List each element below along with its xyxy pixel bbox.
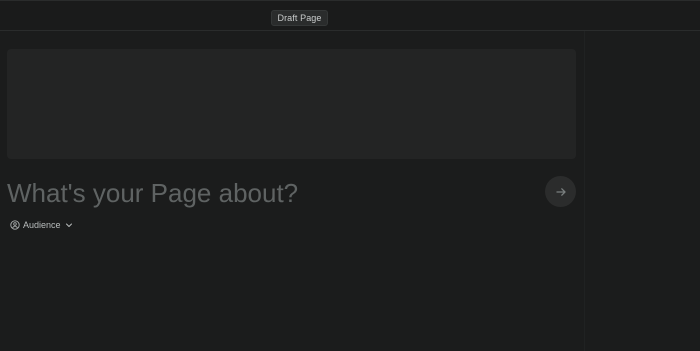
audience-dropdown[interactable]: Audience	[10, 218, 73, 232]
cover-image-placeholder[interactable]	[7, 49, 576, 159]
user-circle-icon	[10, 220, 20, 230]
page-title-input[interactable]	[7, 175, 527, 211]
audience-label: Audience	[23, 220, 61, 230]
right-panel-divider	[584, 31, 585, 351]
top-bar: Draft Page	[0, 0, 700, 31]
draft-page-label: Draft Page	[271, 10, 328, 26]
arrow-right-icon	[555, 186, 567, 198]
chevron-down-icon	[65, 221, 73, 229]
submit-button[interactable]	[545, 176, 576, 207]
